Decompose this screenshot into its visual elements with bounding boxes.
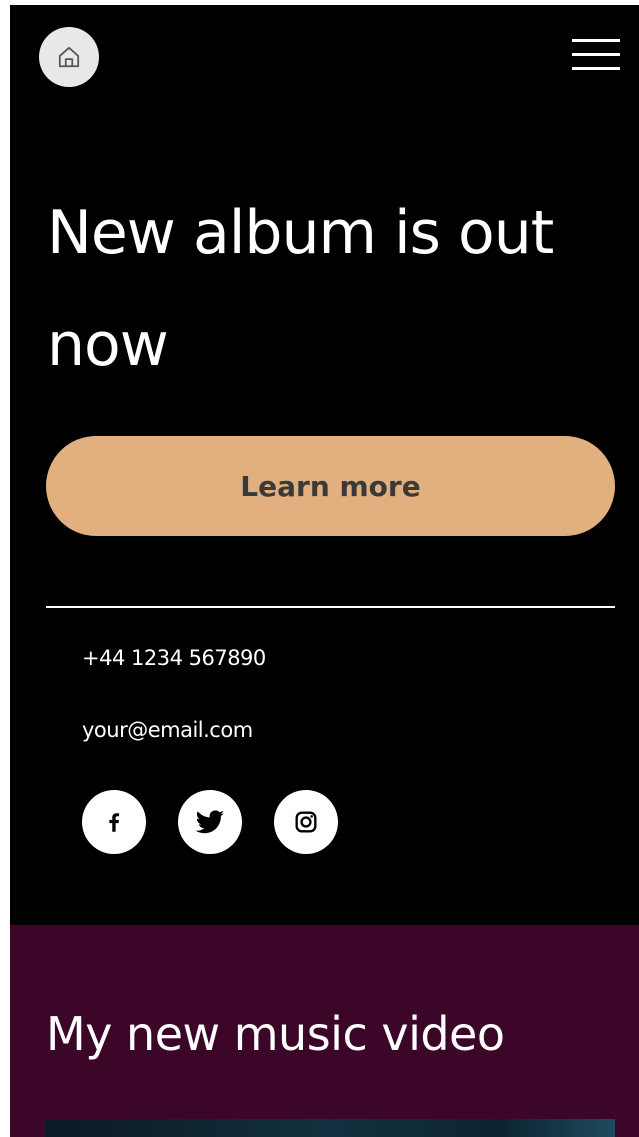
home-button[interactable] — [39, 27, 99, 87]
site-header — [10, 5, 639, 105]
hamburger-menu-icon-line — [572, 53, 620, 56]
home-icon — [58, 46, 80, 68]
divider — [46, 606, 615, 608]
facebook-icon — [109, 813, 120, 832]
music-video-title: My new music video — [46, 1007, 505, 1061]
hamburger-menu-icon — [572, 39, 620, 42]
instagram-icon — [295, 811, 317, 833]
twitter-link[interactable] — [178, 790, 242, 854]
email-address: your@email.com — [82, 718, 253, 742]
phone-number: +44 1234 567890 — [82, 646, 266, 670]
music-video-section: My new music video — [10, 925, 639, 1137]
page: New album is out now Learn more +44 1234… — [10, 5, 639, 1137]
hamburger-menu-icon-line — [572, 67, 620, 70]
facebook-link[interactable] — [82, 790, 146, 854]
instagram-link[interactable] — [274, 790, 338, 854]
learn-more-button[interactable]: Learn more — [46, 436, 615, 536]
hero-title: New album is out now — [47, 198, 554, 380]
twitter-icon — [195, 810, 225, 834]
menu-button[interactable] — [570, 35, 622, 75]
music-video-thumbnail[interactable] — [46, 1119, 615, 1137]
